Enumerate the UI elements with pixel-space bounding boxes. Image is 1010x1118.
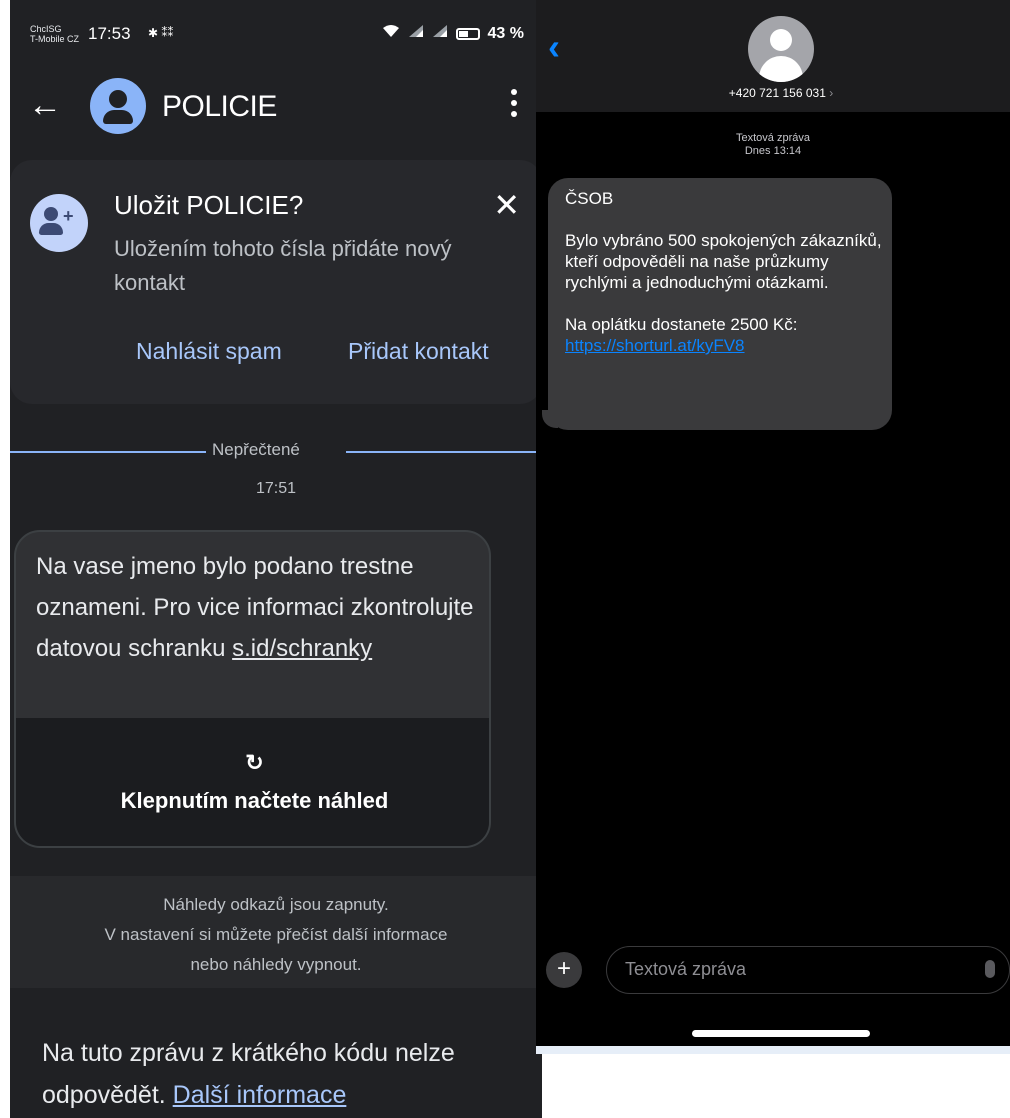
link-preview[interactable]: ↻ Klepnutím načtete náhled: [16, 718, 489, 846]
status-icons: ✱ ⁑⁑: [148, 26, 174, 40]
divider-line-right: [346, 451, 542, 453]
more-options-icon[interactable]: [510, 88, 518, 118]
carrier-label: ChcISG T-Mobile CZ: [30, 24, 79, 44]
load-preview-label: Klepnutím načtete náhled: [120, 788, 389, 813]
battery-percent: 43 %: [487, 24, 524, 42]
ios-message-text: ČSOB Bylo vybráno 500 spokojených zákazn…: [565, 189, 882, 334]
compose-bar: + Textová zpráva: [536, 946, 1010, 996]
message-date-label: Dnes 13:14: [744, 145, 802, 157]
close-icon[interactable]: ✕: [493, 186, 520, 224]
message-link[interactable]: s.id/schranky: [232, 635, 372, 662]
add-contact-button[interactable]: Přidat kontakt: [348, 338, 489, 365]
bottom-strip: [536, 1046, 1010, 1054]
carrier-line-1: ChcISG: [30, 24, 62, 34]
info-line-1: Náhledy odkazů jsou zapnuty.: [163, 895, 389, 914]
message-meta: Textová zpráva Dnes 13:14: [536, 132, 1010, 158]
more-info-link[interactable]: Další informace: [173, 1081, 347, 1109]
save-contact-description: Uložením tohoto čísla přidáte nový konta…: [114, 236, 452, 295]
home-indicator[interactable]: [692, 1030, 870, 1037]
sender-avatar-head: [770, 29, 792, 51]
incoming-message-bubble[interactable]: Na vase jmeno bylo podano trestne ozname…: [14, 530, 491, 848]
sender-number-text: +420 721 156 031: [728, 86, 826, 100]
avatar-head-shape: [109, 90, 127, 108]
add-contact-head: [44, 207, 58, 221]
microphone-icon[interactable]: [985, 960, 995, 978]
add-contact-body: [39, 223, 63, 235]
wifi-icon: [382, 24, 400, 43]
signal-icon-2: [432, 24, 448, 43]
status-right-group: 43 %: [382, 24, 524, 43]
status-bar: ChcISG T-Mobile CZ 17:53 ✱ ⁑⁑ 43 %: [10, 12, 542, 52]
battery-icon: [455, 27, 480, 40]
message-body: Na vase jmeno bylo podano trestne ozname…: [36, 546, 476, 669]
unread-label: Nepřečtené: [212, 440, 300, 459]
add-contact-icon: +: [30, 194, 88, 252]
sender-avatar[interactable]: [748, 16, 814, 82]
save-contact-title: Uložit POLICIE?: [114, 190, 304, 220]
sender-avatar-body: [759, 56, 803, 82]
plus-icon[interactable]: +: [546, 952, 582, 988]
add-plus-glyph: +: [63, 206, 74, 226]
message-input-placeholder: Textová zpráva: [625, 959, 747, 979]
message-time: 17:51: [255, 480, 297, 497]
chevron-right-icon: ›: [829, 86, 834, 100]
screenshot-root: ChcISG T-Mobile CZ 17:53 ✱ ⁑⁑ 43 % ← POL…: [0, 0, 1010, 1118]
contact-name[interactable]: POLICIE: [162, 90, 277, 124]
app-bar: ← POLICIE: [10, 78, 542, 138]
carrier-line-2: T-Mobile CZ: [30, 34, 80, 44]
ios-header: ‹ +420 721 156 031 ›: [536, 0, 1010, 112]
back-arrow-icon[interactable]: ←: [28, 86, 62, 125]
sender-number[interactable]: +420 721 156 031 ›: [536, 86, 1010, 100]
avatar-body-shape: [103, 110, 133, 124]
status-clock: 17:53: [88, 24, 131, 43]
ios-messages-panel: ‹ +420 721 156 031 › Textová zpráva Dnes…: [536, 0, 1010, 1052]
signal-icon: [408, 24, 424, 43]
ios-message-link[interactable]: https://shorturl.at/kyFV8: [565, 336, 745, 355]
back-chevron-icon[interactable]: ‹: [548, 26, 560, 68]
link-preview-info: Náhledy odkazů jsou zapnuty. V nastavení…: [10, 876, 542, 988]
ios-message-body: ČSOB Bylo vybráno 500 spokojených zákazn…: [565, 188, 885, 356]
info-line-3: nebo náhledy vypnout.: [190, 955, 362, 974]
divider-line-left: [10, 451, 206, 453]
message-type-label: Textová zpráva: [736, 132, 810, 144]
android-messages-panel: ChcISG T-Mobile CZ 17:53 ✱ ⁑⁑ 43 % ← POL…: [10, 0, 542, 1118]
contact-avatar[interactable]: [90, 78, 146, 134]
reload-icon: ↻: [245, 750, 264, 775]
short-code-notice: Na tuto zprávu z krátkého kódu nelze odp…: [42, 1032, 522, 1116]
unread-divider: Nepřečtené: [10, 438, 542, 464]
save-contact-card: + Uložit POLICIE? ✕ Uložením tohoto čísl…: [10, 160, 542, 404]
ios-message-bubble[interactable]: ČSOB Bylo vybráno 500 spokojených zákazn…: [548, 178, 892, 430]
message-input[interactable]: Textová zpráva: [606, 946, 1010, 994]
info-text: Náhledy odkazů jsou zapnuty. V nastavení…: [10, 890, 542, 980]
info-line-2[interactable]: V nastavení si můžete přečíst další info…: [10, 920, 542, 950]
report-spam-button[interactable]: Nahlásit spam: [136, 338, 282, 365]
